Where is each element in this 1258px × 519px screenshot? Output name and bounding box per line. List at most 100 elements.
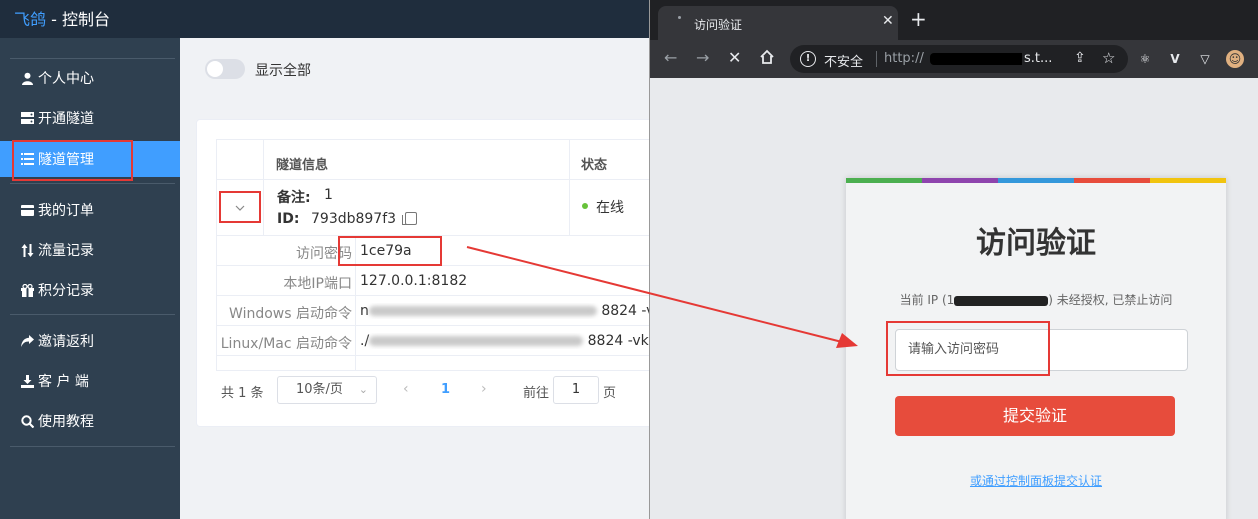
url-end: s.t... <box>1022 51 1055 66</box>
sidebar-item-points[interactable]: 积分记录 <box>0 272 180 308</box>
annotation-highlight-password-input <box>886 321 1050 376</box>
copy-icon[interactable] <box>402 212 417 225</box>
detail-label-local-ip: 本地IP端口 <box>283 276 352 292</box>
sidebar-item-label: 积分记录 <box>38 283 94 299</box>
color-stripe <box>1150 178 1226 183</box>
sidebar: 个人中心 开通隧道 隧道管理 我的订单 流量记录 积分记录 邀请返利 客 户 端… <box>0 38 180 519</box>
expand-row-button[interactable] <box>219 191 261 223</box>
pager-goto-label: 前往 <box>523 386 550 401</box>
column-divider <box>569 140 570 235</box>
sidebar-item-profile[interactable]: 个人中心 <box>0 60 180 96</box>
browser-window: 访问验证 ✕ + ← → ✕ ! 不安全 http:// s.t... ⇪ ☆ … <box>649 0 1258 519</box>
detail-row-divider <box>217 295 656 296</box>
react-devtools-icon[interactable]: ⚛ <box>1136 50 1154 68</box>
profile-avatar-icon[interactable]: ☺ <box>1226 50 1244 68</box>
sidebar-item-label: 个人中心 <box>38 71 94 87</box>
sidebar-item-label: 使用教程 <box>38 414 94 430</box>
auth-ip-message: 当前 IP (1) 未经授权, 已禁止访问 <box>899 293 1173 307</box>
browser-tab[interactable]: 访问验证 ✕ <box>658 6 898 40</box>
id-value: 793db897f3 <box>311 211 397 227</box>
detail-value-windows-cmd: n 8824 -vkey=7 <box>360 303 650 319</box>
brand-separator: - <box>46 10 62 29</box>
new-tab-icon[interactable]: + <box>910 9 927 29</box>
loading-icon <box>678 16 681 19</box>
brand-name: 飞鸽 <box>14 10 47 29</box>
search-icon <box>20 414 34 428</box>
star-icon[interactable]: ☆ <box>1102 49 1115 67</box>
pager-prev-icon[interactable]: ‹ <box>403 381 409 397</box>
home-icon[interactable] <box>759 49 775 69</box>
sidebar-divider <box>10 446 175 447</box>
detail-row-divider <box>217 325 656 326</box>
annotation-highlight-password <box>338 236 442 266</box>
remark-label: 备注: <box>277 190 311 206</box>
show-all-label: 显示全部 <box>255 63 311 79</box>
user-icon <box>20 71 34 85</box>
sidebar-item-label: 邀请返利 <box>38 334 94 350</box>
forward-icon[interactable]: → <box>696 49 709 67</box>
show-all-toggle[interactable] <box>205 59 245 79</box>
sidebar-divider <box>10 314 175 315</box>
status-text: 在线 <box>596 200 624 216</box>
id-label: ID: <box>277 211 300 227</box>
browser-tabstrip: 访问验证 ✕ + <box>650 0 1258 40</box>
header-divider <box>217 179 656 180</box>
server-icon <box>20 111 34 125</box>
pager-size-select[interactable]: 10条/页 ⌄ <box>277 376 377 404</box>
sidebar-item-referral[interactable]: 邀请返利 <box>0 323 180 359</box>
color-stripe <box>998 178 1074 183</box>
sidebar-item-open-tunnel[interactable]: 开通隧道 <box>0 100 180 136</box>
sidebar-item-client[interactable]: 客 户 端 <box>0 363 180 399</box>
ip-redaction <box>954 295 1049 306</box>
pager-current-page[interactable]: 1 <box>441 382 450 397</box>
auth-title: 访问验证 <box>976 226 1096 261</box>
detail-value-linux-cmd: ./ 8824 -vkey=79 <box>360 333 650 349</box>
address-divider <box>876 51 877 67</box>
sidebar-item-label: 客 户 端 <box>38 374 89 390</box>
detail-label-windows-cmd: Windows 启动命令 <box>229 306 352 322</box>
url-start: http:// <box>884 51 924 66</box>
column-divider <box>263 140 264 235</box>
status-online-dot <box>582 203 588 209</box>
sidebar-item-orders[interactable]: 我的订单 <box>0 192 180 228</box>
gift-icon <box>20 283 34 297</box>
back-icon[interactable]: ← <box>664 49 677 67</box>
detail-value-local-ip: 127.0.0.1:8182 <box>360 273 468 289</box>
share-icon[interactable]: ⇪ <box>1074 50 1086 66</box>
stop-icon[interactable]: ✕ <box>728 49 741 67</box>
share-icon <box>20 334 34 348</box>
sidebar-item-label: 我的订单 <box>38 203 94 219</box>
color-stripe <box>1074 178 1150 183</box>
sidebar-divider <box>10 58 175 59</box>
detail-row-divider <box>217 355 656 356</box>
sidebar-item-label: 开通隧道 <box>38 111 94 127</box>
pager-total: 共 1 条 <box>221 386 264 401</box>
pager-page-label: 页 <box>603 386 617 401</box>
sidebar-item-tutorial[interactable]: 使用教程 <box>0 403 180 439</box>
header-status: 状态 <box>581 158 608 173</box>
console-auth-link[interactable]: 或通过控制面板提交认证 <box>846 472 1226 489</box>
app-brand: 飞鸽 - 控制台 <box>14 6 110 30</box>
remark-value: 1 <box>324 187 333 203</box>
sort-icon <box>20 243 34 257</box>
submit-verification-button[interactable]: 提交验证 <box>895 396 1175 436</box>
detail-label-linux-cmd: Linux/Mac 启动命令 <box>220 336 352 352</box>
chevron-down-icon <box>235 200 245 214</box>
puzzle-extension-icon[interactable]: ▽ <box>1196 50 1214 68</box>
pager-goto-input[interactable]: 1 <box>553 376 599 404</box>
tab-title: 访问验证 <box>694 18 743 32</box>
sidebar-item-label: 流量记录 <box>38 243 94 259</box>
address-bar[interactable]: ! 不安全 http:// s.t... ⇪ ☆ <box>790 45 1128 73</box>
card-icon <box>20 203 34 217</box>
browser-toolbar: ← → ✕ ! 不安全 http:// s.t... ⇪ ☆ ⚛ V ▽ ☺ <box>650 40 1258 78</box>
header-tunnel-info: 隧道信息 <box>276 158 329 173</box>
close-tab-icon[interactable]: ✕ <box>882 13 894 29</box>
brand-suffix: 控制台 <box>61 10 110 29</box>
sidebar-divider <box>10 183 175 184</box>
sidebar-item-traffic[interactable]: 流量记录 <box>0 232 180 268</box>
pager-next-icon[interactable]: › <box>481 381 487 397</box>
download-icon <box>20 374 34 388</box>
detail-label-password: 访问密码 <box>296 246 352 262</box>
vue-devtools-icon[interactable]: V <box>1166 50 1184 68</box>
chevron-down-icon: ⌄ <box>358 383 368 396</box>
